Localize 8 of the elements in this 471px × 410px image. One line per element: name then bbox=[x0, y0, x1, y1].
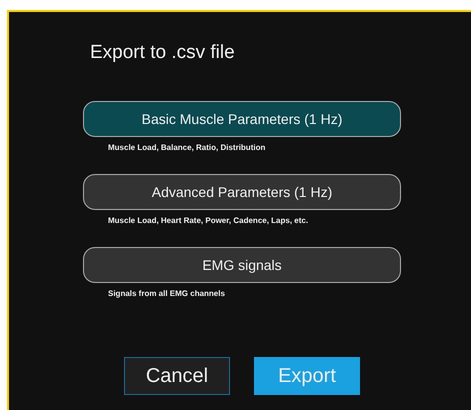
export-option-button[interactable]: Basic Muscle Parameters (1 Hz) bbox=[83, 101, 401, 137]
export-option-button[interactable]: Advanced Parameters (1 Hz) bbox=[83, 174, 401, 210]
export-option-button[interactable]: EMG signals bbox=[83, 247, 401, 283]
cancel-button[interactable]: Cancel bbox=[124, 357, 230, 395]
dialog-title: Export to .csv file bbox=[90, 42, 236, 64]
option-description: Signals from all EMG channels bbox=[108, 289, 226, 298]
option-description: Muscle Load, Heart Rate, Power, Cadence, Laps, etc. bbox=[108, 216, 310, 225]
option-description: Muscle Load, Balance, Ratio, Distribution bbox=[108, 143, 266, 152]
